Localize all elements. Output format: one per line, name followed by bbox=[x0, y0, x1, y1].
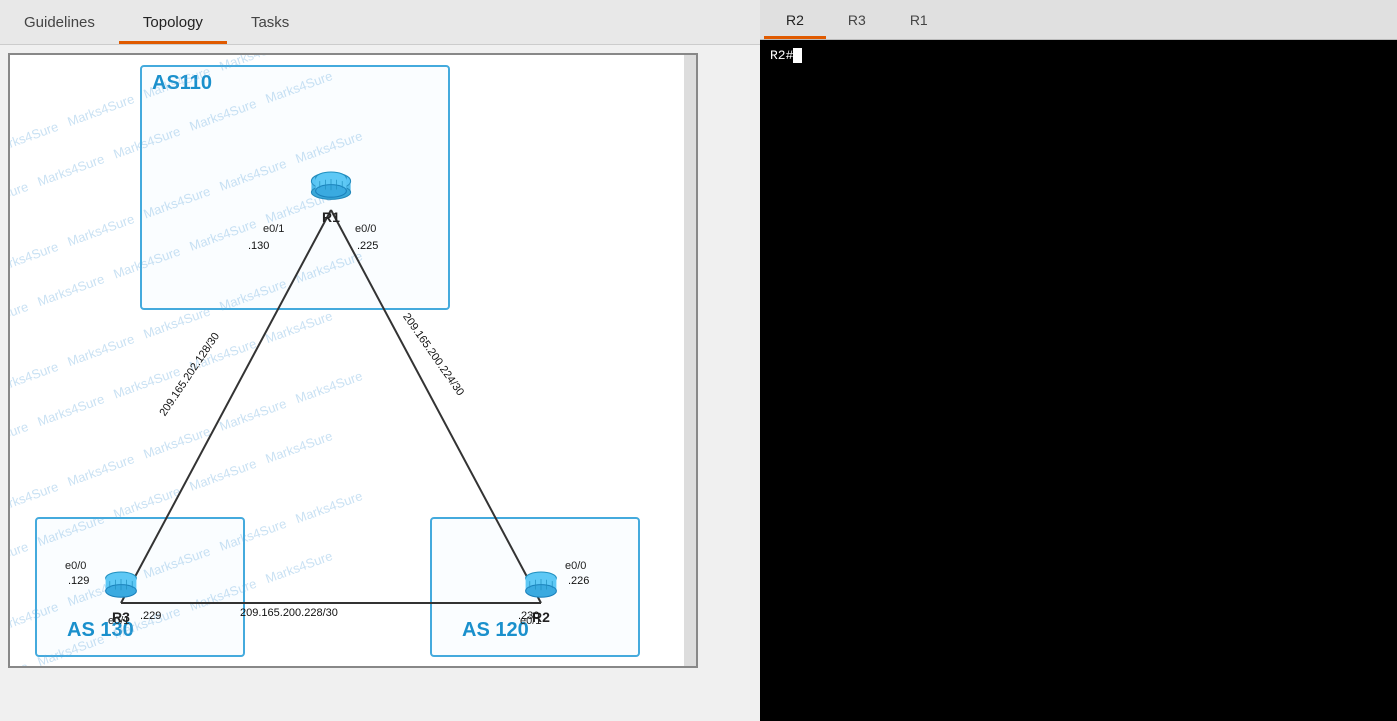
r3-icon bbox=[100, 565, 142, 607]
subnet-r3-r2: 209.165.200.228/30 bbox=[240, 607, 338, 619]
tab-r2[interactable]: R2 bbox=[764, 4, 826, 39]
left-panel: Guidelines Topology Tasks Marks4Sure Mar… bbox=[0, 0, 760, 721]
terminal-prompt: R2# bbox=[770, 48, 793, 63]
r1-icon bbox=[310, 165, 352, 207]
r2-e00-ip: .226 bbox=[568, 575, 589, 587]
r1-e00-ip: .225 bbox=[357, 240, 378, 252]
topology-content: Marks4Sure Marks4Sure Marks4Sure Marks4S… bbox=[0, 45, 760, 721]
r3-e00-ip: .129 bbox=[68, 575, 89, 587]
r2-icon bbox=[520, 565, 562, 607]
r3-e01-ip: .229 bbox=[140, 610, 161, 622]
r2-e01-ip: .230 bbox=[518, 610, 539, 622]
tab-r3[interactable]: R3 bbox=[826, 4, 888, 39]
r2-e00-label: e0/0 bbox=[565, 560, 586, 572]
router-r1: R1 bbox=[310, 165, 352, 225]
r1-label: R1 bbox=[322, 209, 340, 225]
r3-e00-label: e0/0 bbox=[65, 560, 86, 572]
tab-r1[interactable]: R1 bbox=[888, 4, 950, 39]
tab-topology[interactable]: Topology bbox=[119, 4, 227, 44]
right-tabs-bar: R2 R3 R1 bbox=[760, 0, 1397, 40]
tab-guidelines[interactable]: Guidelines bbox=[0, 4, 119, 44]
r1-e00-label: e0/0 bbox=[355, 223, 376, 235]
left-tabs-bar: Guidelines Topology Tasks bbox=[0, 0, 760, 45]
r1-e01-ip: .130 bbox=[248, 240, 269, 252]
diagram-container: Marks4Sure Marks4Sure Marks4Sure Marks4S… bbox=[8, 53, 698, 668]
r3-e01-label: e0/1 bbox=[108, 615, 129, 627]
r1-e01-label: e0/1 bbox=[263, 223, 284, 235]
tab-tasks[interactable]: Tasks bbox=[227, 4, 313, 44]
right-panel: R2 R3 R1 R2# bbox=[760, 0, 1397, 721]
terminal-area[interactable]: R2# bbox=[760, 40, 1397, 721]
terminal-cursor bbox=[793, 48, 802, 63]
main-container: Guidelines Topology Tasks Marks4Sure Mar… bbox=[0, 0, 1397, 721]
